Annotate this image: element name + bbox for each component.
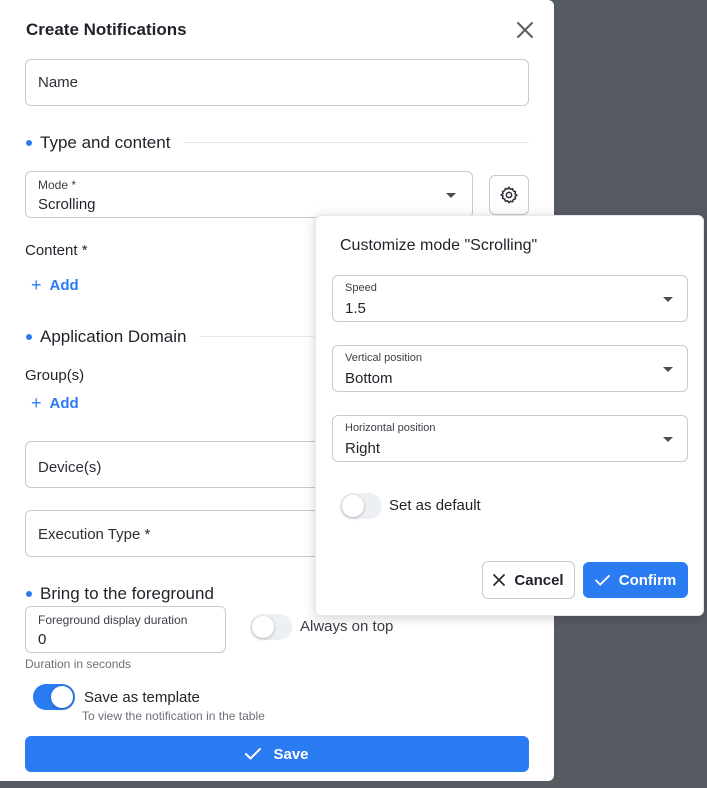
foreground-section: Bring to the foreground [26,584,214,604]
vertical-position-select[interactable]: Vertical position Bottom [332,345,688,392]
save-as-template-hint: To view the notification in the table [82,709,265,723]
duration-value: 0 [38,631,47,648]
type-and-content-section: Type and content [26,133,170,153]
devices-placeholder: Device(s) [38,459,102,476]
section-bullet [26,334,32,340]
dialog-title: Create Notifications [26,20,187,39]
customize-mode-popover: Customize mode "Scrolling" Speed 1.5 Ver… [315,215,704,616]
divider [199,336,314,337]
groups-label: Group(s) [25,367,85,384]
name-placeholder: Name [38,74,79,91]
confirm-button-label: Confirm [618,571,677,589]
horizontal-position-label: Horizontal position [345,422,436,434]
speed-label: Speed [345,282,377,294]
content-label: Content * [25,242,88,259]
duration-hint: Duration in seconds [25,657,132,671]
set-as-default-toggle[interactable] [340,493,382,519]
close-icon[interactable] [513,18,537,42]
divider [183,142,529,143]
add-group-button[interactable]: + Add [31,394,79,412]
mode-label: Mode * [38,178,77,192]
save-as-template-label: Save as template [84,689,200,706]
vertical-position-label: Vertical position [345,352,423,364]
toggle-knob [342,495,364,517]
always-on-top-toggle[interactable] [250,614,292,640]
cancel-button[interactable]: Cancel [482,561,575,599]
mode-settings-button[interactable] [489,175,529,215]
close-icon [493,574,506,586]
duration-input[interactable]: Foreground display duration 0 [25,606,226,653]
toggle-knob [51,686,73,708]
add-content-label: Add [49,276,79,294]
application-domain-heading: Application Domain [40,327,187,346]
application-domain-section: Application Domain [26,327,186,347]
save-button-label: Save [273,745,309,763]
save-button[interactable]: Save [25,736,529,772]
mode-value: Scrolling [38,196,96,213]
add-group-label: Add [49,394,79,412]
always-on-top-label: Always on top [300,618,394,635]
check-icon [245,748,262,760]
section-bullet [26,591,32,597]
horizontal-position-select[interactable]: Horizontal position Right [332,415,688,462]
confirm-button[interactable]: Confirm [583,562,688,598]
check-icon [594,574,610,586]
section-bullet [26,140,32,146]
cancel-button-label: Cancel [514,571,564,589]
save-as-template-toggle[interactable] [33,684,75,710]
speed-value: 1.5 [345,300,366,317]
chevron-down-icon [663,367,673,372]
gear-icon [500,186,518,204]
name-input[interactable]: Name [25,59,529,106]
duration-label: Foreground display duration [38,613,188,627]
popover-title: Customize mode "Scrolling" [340,237,538,254]
plus-icon: + [31,393,42,413]
chevron-down-icon [663,297,673,302]
type-and-content-heading: Type and content [40,133,171,152]
plus-icon: + [31,275,42,295]
toggle-knob [252,616,274,638]
chevron-down-icon [446,193,456,198]
mode-select[interactable]: Mode * Scrolling [25,171,473,218]
chevron-down-icon [663,437,673,442]
horizontal-position-value: Right [345,440,381,457]
execution-type-placeholder: Execution Type * [38,526,151,543]
foreground-heading: Bring to the foreground [40,584,214,603]
speed-select[interactable]: Speed 1.5 [332,275,688,322]
set-as-default-label: Set as default [389,497,481,514]
add-content-button[interactable]: + Add [31,276,79,294]
vertical-position-value: Bottom [345,370,393,387]
